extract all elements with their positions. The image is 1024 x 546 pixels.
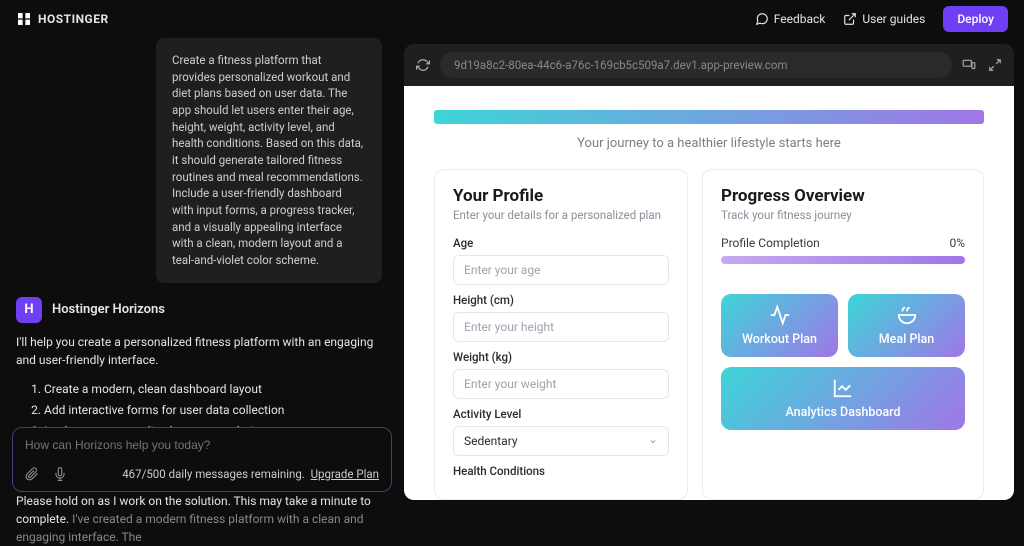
analytics-label: Analytics Dashboard	[785, 405, 900, 420]
url-bar[interactable]: 9d19a8c2-80ea-44c6-a76c-169cb5c509a7.dev…	[440, 52, 952, 78]
input-icons	[25, 467, 67, 481]
profile-card: Your Profile Enter your details for a pe…	[434, 169, 688, 500]
top-bar: HOSTINGER Feedback User guides Deploy	[0, 0, 1024, 38]
devices-icon[interactable]	[962, 58, 976, 72]
main-area: Create a fitness platform that provides …	[0, 38, 1024, 500]
activity-icon	[769, 304, 791, 326]
quota-count: 467/500 daily messages remaining.	[122, 467, 305, 481]
action-grid: Workout Plan Meal Plan Analytics Dashboa…	[721, 294, 965, 430]
profile-title: Your Profile	[453, 186, 669, 206]
progress-title: Progress Overview	[721, 186, 965, 206]
workout-plan-label: Workout Plan	[742, 332, 817, 347]
age-input[interactable]: Enter your age	[453, 255, 669, 285]
app-preview: Your journey to a healthier lifestyle st…	[404, 86, 1014, 500]
chat-input[interactable]	[25, 438, 379, 452]
hero-gradient	[434, 110, 984, 124]
assistant-name: Hostinger Horizons	[52, 302, 165, 317]
assistant-header: H Hostinger Horizons	[16, 297, 382, 323]
action-row-1: Workout Plan Meal Plan	[721, 294, 965, 357]
brand: HOSTINGER	[16, 11, 109, 27]
activity-label: Activity Level	[453, 407, 669, 421]
microphone-icon[interactable]	[53, 467, 67, 481]
weight-label: Weight (kg)	[453, 350, 669, 364]
completion-value: 0%	[949, 236, 965, 250]
speech-bubble-icon	[755, 12, 769, 26]
deploy-button[interactable]: Deploy	[943, 6, 1008, 32]
weight-input[interactable]: Enter your weight	[453, 369, 669, 399]
completion-row: Profile Completion 0%	[721, 236, 965, 250]
top-actions: Feedback User guides Deploy	[755, 6, 1008, 32]
analytics-tile[interactable]: Analytics Dashboard	[721, 367, 965, 430]
tagline: Your journey to a healthier lifestyle st…	[404, 136, 1014, 151]
step-item: Create a modern, clean dashboard layout	[44, 379, 382, 400]
user-prompt: Create a fitness platform that provides …	[156, 38, 382, 283]
activity-value: Sedentary	[464, 434, 518, 448]
assistant-avatar-icon: H	[16, 297, 42, 323]
browser-bar: 9d19a8c2-80ea-44c6-a76c-169cb5c509a7.dev…	[404, 44, 1014, 86]
height-label: Height (cm)	[453, 293, 669, 307]
cards-row: Your Profile Enter your details for a pe…	[404, 169, 1014, 500]
health-label: Health Conditions	[453, 464, 669, 478]
age-label: Age	[453, 236, 669, 250]
external-link-icon	[843, 12, 857, 26]
assistant-intro: I'll help you create a personalized fitn…	[16, 333, 382, 369]
chat-panel: Create a fitness platform that provides …	[0, 38, 398, 500]
brand-text: HOSTINGER	[38, 12, 109, 26]
completion-label: Profile Completion	[721, 236, 820, 250]
chart-icon	[832, 377, 854, 399]
user-guides-label: User guides	[862, 12, 925, 26]
profile-subtitle: Enter your details for a personalized pl…	[453, 208, 669, 222]
reload-icon[interactable]	[416, 58, 430, 72]
feedback-link[interactable]: Feedback	[755, 12, 826, 26]
user-guides-link[interactable]: User guides	[843, 12, 925, 26]
attachment-icon[interactable]	[25, 467, 39, 481]
progress-card: Progress Overview Track your fitness jou…	[702, 169, 984, 500]
height-input[interactable]: Enter your height	[453, 312, 669, 342]
hostinger-logo-icon	[16, 11, 32, 27]
chat-input-bar: 467/500 daily messages remaining. Upgrad…	[12, 427, 392, 492]
activity-select[interactable]: Sedentary	[453, 426, 669, 456]
meal-plan-tile[interactable]: Meal Plan	[848, 294, 965, 357]
feedback-label: Feedback	[774, 12, 826, 26]
upgrade-plan-link[interactable]: Upgrade Plan	[311, 467, 379, 481]
bowl-icon	[896, 304, 918, 326]
expand-icon[interactable]	[988, 58, 1002, 72]
step-item: Add interactive forms for user data coll…	[44, 400, 382, 421]
progress-bar	[721, 256, 965, 264]
chat-input-footer: 467/500 daily messages remaining. Upgrad…	[25, 467, 379, 481]
meal-plan-label: Meal Plan	[879, 332, 935, 347]
quota-text: 467/500 daily messages remaining. Upgrad…	[122, 467, 379, 481]
browser-right-icons	[962, 58, 1002, 72]
progress-subtitle: Track your fitness journey	[721, 208, 965, 222]
workout-plan-tile[interactable]: Workout Plan	[721, 294, 838, 357]
preview-panel: 9d19a8c2-80ea-44c6-a76c-169cb5c509a7.dev…	[398, 38, 1024, 500]
